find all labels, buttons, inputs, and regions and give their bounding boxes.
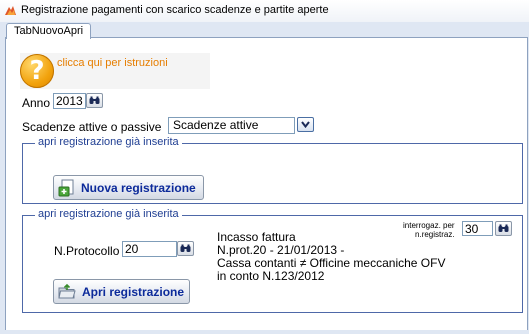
binoculars-icon — [498, 224, 509, 232]
app-logo-icon — [5, 6, 16, 15]
anno-search-button[interactable] — [86, 93, 103, 108]
protocollo-field[interactable] — [122, 241, 177, 257]
nuova-registrazione-label: Nuova registrazione — [81, 181, 196, 195]
binoculars-icon — [89, 96, 100, 104]
interrogazione-search-button[interactable] — [495, 221, 512, 236]
interrogazione-label-line1: interrogaz. per — [403, 221, 455, 230]
window-titlebar: Registrazione pagamenti con scarico scad… — [0, 0, 529, 23]
scadenze-dropdown-button[interactable] — [297, 117, 314, 132]
scadenze-select[interactable]: Scadenze attive — [168, 117, 295, 134]
apri-registrazione-label: Apri registrazione — [82, 285, 185, 299]
window-title: Registrazione pagamenti con scarico scad… — [21, 4, 329, 16]
open-folder-icon — [58, 283, 76, 299]
interrogazione-field[interactable] — [462, 221, 493, 236]
scadenze-label: Scadenze attive o passive — [22, 120, 162, 134]
chevron-down-icon — [301, 121, 310, 128]
window-bottom-edge — [0, 330, 529, 334]
instructions-link[interactable]: clicca qui per istruzioni — [57, 57, 168, 69]
nuova-registrazione-button[interactable]: Nuova registrazione — [53, 175, 204, 200]
protocollo-search-button[interactable] — [177, 241, 194, 256]
binoculars-icon — [180, 244, 191, 252]
help-banner[interactable]: ? clicca qui per istruzioni — [20, 53, 210, 89]
anno-label: Anno — [22, 96, 51, 110]
group-new-legend: apri registrazione già inserita — [35, 136, 182, 148]
tab-nuovo-apri[interactable]: TabNuovoApri — [6, 23, 92, 39]
new-document-icon — [58, 179, 74, 197]
anno-field[interactable] — [53, 93, 86, 109]
question-icon[interactable]: ? — [20, 54, 54, 88]
group-open-legend: apri registrazione già inserita — [35, 208, 182, 220]
apri-registrazione-button[interactable]: Apri registrazione — [53, 279, 190, 304]
registration-info: Incasso fattura N.prot.20 - 21/01/2013 -… — [217, 231, 445, 283]
info-line: in conto N.123/2012 — [217, 269, 325, 283]
scadenze-selected-value: Scadenze attive — [173, 118, 259, 132]
protocollo-label: N.Protocollo — [54, 244, 120, 258]
